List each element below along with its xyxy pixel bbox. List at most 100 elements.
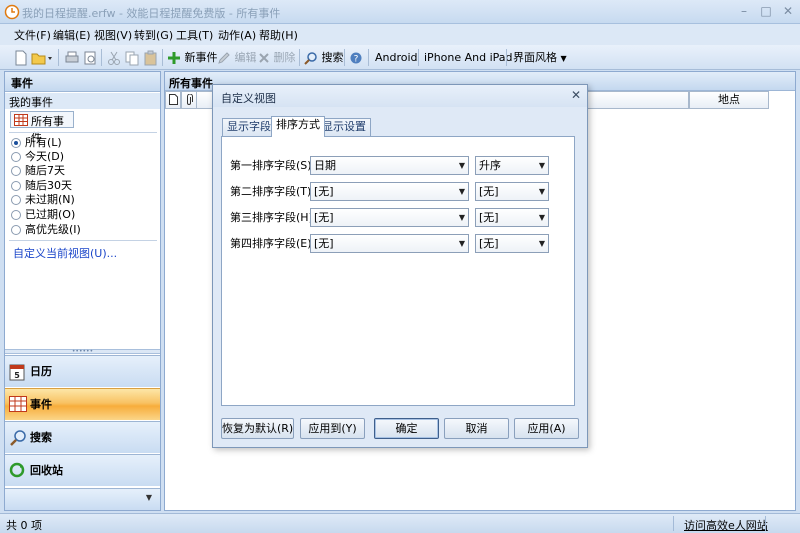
svg-text:5: 5 bbox=[14, 371, 20, 380]
menu-goto[interactable]: 转到(G) bbox=[134, 27, 173, 43]
sort-field-4-select[interactable]: [无] ▼ bbox=[310, 234, 469, 253]
nav-events[interactable]: 事件 bbox=[5, 388, 160, 420]
sort-order-3-select[interactable]: [无] ▼ bbox=[475, 208, 549, 227]
all-events-view[interactable]: 所有事件 bbox=[10, 111, 74, 144]
svg-text:?: ? bbox=[354, 55, 359, 65]
sort-order-4-select[interactable]: [无] ▼ bbox=[475, 234, 549, 253]
help-icon: ? bbox=[350, 52, 362, 64]
sidebar-header: 事件 bbox=[5, 72, 160, 92]
radio-icon bbox=[11, 210, 21, 220]
sort-order-1-select[interactable]: 升序 ▼ bbox=[475, 156, 549, 175]
calendar-icon: 5 bbox=[9, 364, 25, 381]
nav-calendar[interactable]: 5 日历 bbox=[5, 355, 160, 387]
menu-tools[interactable]: 工具(T) bbox=[176, 27, 213, 43]
open-folder-icon[interactable] bbox=[31, 48, 53, 67]
tab-sort-order[interactable]: 排序方式 bbox=[271, 116, 325, 137]
sort-field-3-label: 第三排序字段(H): bbox=[230, 211, 317, 224]
dropdown-arrow-icon: ▼ bbox=[538, 239, 545, 248]
delete-button[interactable]: 删除 bbox=[258, 48, 296, 67]
search-icon bbox=[304, 52, 317, 65]
recycle-icon bbox=[9, 462, 25, 478]
column-attachment[interactable] bbox=[181, 91, 197, 109]
my-events-group: 我的事件 bbox=[5, 93, 160, 109]
window-title: 我的日程提醒.erfw - 效能日程提醒免费版 - 所有事件 bbox=[22, 7, 281, 20]
nav-search[interactable]: 搜索 bbox=[5, 421, 160, 453]
theme-dropdown[interactable]: 界面风格 ▼ bbox=[513, 48, 567, 67]
title-bar: 我的日程提醒.erfw - 效能日程提醒免费版 - 所有事件 – □ ✕ bbox=[0, 0, 800, 24]
menu-view[interactable]: 视图(V) bbox=[94, 27, 132, 43]
dialog-title: 自定义视图 bbox=[221, 92, 276, 105]
sort-field-2-label: 第二排序字段(T): bbox=[230, 185, 316, 198]
nav-recycle-bin[interactable]: 回收站 bbox=[5, 454, 160, 486]
dropdown-arrow-icon: ▼ bbox=[538, 187, 545, 196]
delete-x-icon bbox=[259, 53, 269, 63]
column-location[interactable]: 地点 bbox=[689, 91, 769, 109]
cut-icon[interactable] bbox=[107, 48, 121, 67]
dropdown-arrow-icon: ▼ bbox=[560, 54, 567, 63]
radio-icon bbox=[11, 181, 21, 191]
website-link[interactable]: 访问高效e人网站 bbox=[684, 517, 768, 533]
dialog-title-bar: 自定义视图 ✕ bbox=[213, 85, 587, 107]
app-icon bbox=[4, 4, 20, 20]
close-icon[interactable]: ✕ bbox=[778, 2, 798, 20]
radio-icon bbox=[11, 138, 21, 148]
dropdown-arrow-icon: ▼ bbox=[458, 161, 465, 170]
sort-panel: 第一排序字段(S): 日期 ▼ 升序 ▼ 第二排序字段(T): [无] ▼ [无] ▼ … bbox=[221, 136, 575, 406]
plus-icon bbox=[168, 52, 180, 64]
menu-action[interactable]: 动作(A) bbox=[218, 27, 256, 43]
help-button[interactable]: ? bbox=[350, 48, 362, 67]
sort-order-2-select[interactable]: [无] ▼ bbox=[475, 182, 549, 201]
customize-view-dialog: 自定义视图 ✕ 显示字段 排序方式 显示设置 第一排序字段(S): 日期 ▼ 升序… bbox=[212, 84, 588, 448]
pencil-icon bbox=[218, 52, 230, 64]
customize-view-link[interactable]: 自定义当前视图(U)... bbox=[13, 245, 117, 261]
column-type[interactable] bbox=[165, 91, 181, 109]
table-grid-icon bbox=[14, 114, 28, 126]
tab-display-settings[interactable]: 显示设置 bbox=[317, 118, 371, 136]
paperclip-icon bbox=[187, 93, 193, 105]
sort-field-3-select[interactable]: [无] ▼ bbox=[310, 208, 469, 227]
search-button[interactable]: 搜索 bbox=[304, 48, 344, 67]
close-icon[interactable]: ✕ bbox=[571, 88, 581, 102]
nav-configure-button[interactable]: ▼ bbox=[5, 488, 160, 510]
sidebar: 事件 我的事件 所有事件 所有(L) 今天(D) 随后7天 随后30天 未过期(… bbox=[4, 71, 161, 511]
sort-field-4-label: 第四排序字段(E): bbox=[230, 237, 316, 250]
new-event-button[interactable]: 新事件 bbox=[167, 48, 218, 67]
search-icon bbox=[10, 430, 26, 446]
paste-icon[interactable] bbox=[143, 48, 159, 67]
edit-button[interactable]: 编辑 bbox=[217, 48, 257, 67]
radio-icon bbox=[11, 195, 21, 205]
ok-button[interactable]: 确定 bbox=[374, 418, 439, 439]
apply-to-button[interactable]: 应用到(Y) bbox=[300, 418, 365, 439]
print-preview-icon[interactable] bbox=[82, 48, 98, 67]
minimize-icon[interactable]: – bbox=[734, 2, 754, 20]
pane-splitter[interactable]: •••••• bbox=[5, 349, 160, 355]
reset-default-button[interactable]: 恢复为默认(R) bbox=[221, 418, 294, 439]
menu-help[interactable]: 帮助(H) bbox=[259, 27, 298, 43]
dropdown-arrow-icon: ▼ bbox=[458, 187, 465, 196]
cancel-button[interactable]: 取消 bbox=[444, 418, 509, 439]
radio-icon bbox=[11, 166, 21, 176]
dropdown-arrow-icon: ▼ bbox=[458, 213, 465, 222]
new-file-icon[interactable] bbox=[14, 48, 28, 67]
status-bar: 共 0 项 访问高效e人网站 bbox=[0, 513, 800, 533]
maximize-icon[interactable]: □ bbox=[756, 2, 776, 20]
sort-field-2-select[interactable]: [无] ▼ bbox=[310, 182, 469, 201]
menu-file[interactable]: 文件(F) bbox=[14, 27, 51, 43]
sort-field-1-select[interactable]: 日期 ▼ bbox=[310, 156, 469, 175]
iphone-ipad-button[interactable]: iPhone And iPad bbox=[424, 48, 513, 67]
print-icon[interactable] bbox=[64, 48, 80, 67]
dropdown-arrow-icon: ▼ bbox=[458, 239, 465, 248]
dropdown-arrow-icon: ▼ bbox=[538, 161, 545, 170]
toolbar: 新事件 编辑 删除 搜索 ? Android iPhone And iPad 界… bbox=[0, 45, 800, 70]
tab-display-fields[interactable]: 显示字段 bbox=[222, 118, 276, 136]
apply-button[interactable]: 应用(A) bbox=[514, 418, 579, 439]
document-icon bbox=[168, 94, 178, 105]
radio-icon bbox=[11, 225, 21, 235]
menu-bar: 文件(F) 编辑(E) 视图(V) 转到(G) 工具(T) 动作(A) 帮助(H… bbox=[0, 24, 800, 45]
item-count: 共 0 项 bbox=[6, 519, 42, 532]
android-button[interactable]: Android bbox=[375, 48, 418, 67]
dropdown-arrow-icon: ▼ bbox=[538, 213, 545, 222]
menu-edit[interactable]: 编辑(E) bbox=[53, 27, 91, 43]
chevron-down-icon: ▼ bbox=[145, 493, 152, 502]
copy-icon[interactable] bbox=[124, 48, 140, 67]
